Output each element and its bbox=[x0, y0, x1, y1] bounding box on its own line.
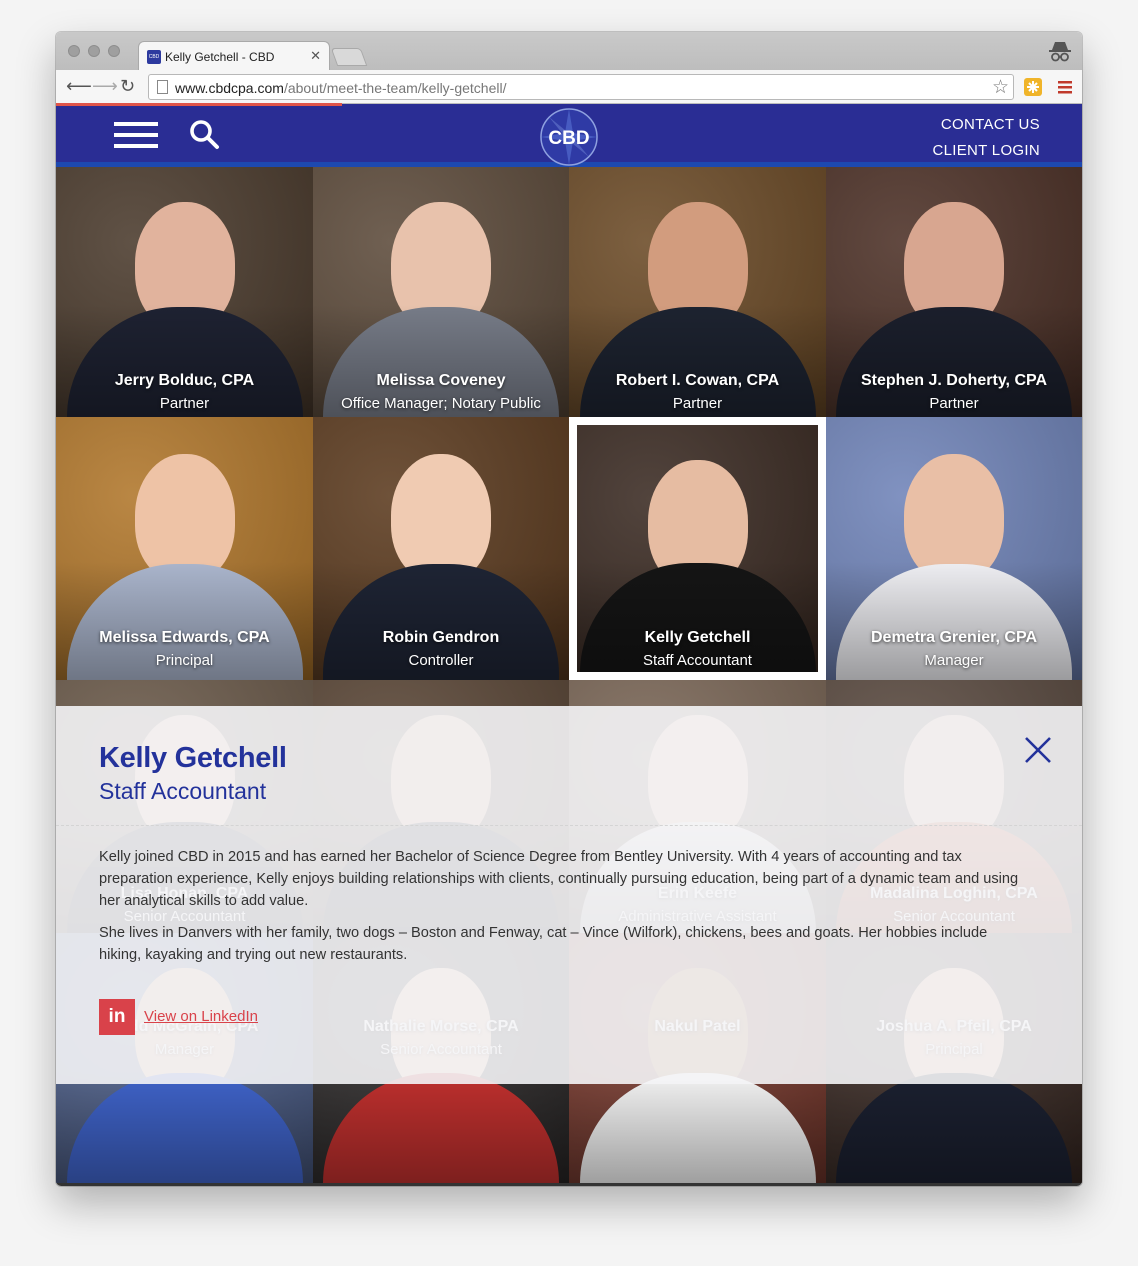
extension-icon[interactable] bbox=[1024, 78, 1042, 96]
client-login-link[interactable]: CLIENT LOGIN bbox=[932, 138, 1040, 164]
team-member-detail-panel: Kelly Getchell Staff Accountant Kelly jo… bbox=[56, 706, 1082, 1084]
team-member-role: Partner bbox=[929, 395, 979, 412]
page-icon bbox=[157, 80, 168, 94]
browser-tab[interactable]: CBD Kelly Getchell - CBD ✕ bbox=[138, 41, 330, 71]
contact-us-link[interactable]: CONTACT US bbox=[932, 112, 1040, 138]
minimize-window-button[interactable] bbox=[88, 45, 100, 57]
team-member-role: Staff Accountant bbox=[643, 652, 752, 669]
linkedin-link[interactable]: View on LinkedIn bbox=[144, 1008, 258, 1025]
team-member-card[interactable]: Robert I. Cowan, CPA Partner bbox=[569, 167, 826, 417]
team-member-name: Robert I. Cowan, CPA bbox=[615, 372, 780, 389]
close-icon[interactable] bbox=[1024, 736, 1052, 764]
hamburger-menu-icon[interactable] bbox=[114, 122, 158, 148]
divider bbox=[56, 825, 1082, 826]
close-window-button[interactable] bbox=[68, 45, 80, 57]
team-member-role: Controller bbox=[408, 652, 474, 669]
browser-toolbar: ⟵ ⟶ ↻ www.cbdcpa.com/about/meet-the-team… bbox=[56, 70, 1082, 104]
reload-icon[interactable]: ↻ bbox=[120, 76, 135, 96]
logo-text: CBD bbox=[548, 128, 589, 149]
team-member-name: Demetra Grenier, CPA bbox=[871, 629, 1037, 646]
team-member-role: Manager bbox=[924, 652, 984, 669]
detail-name: Kelly Getchell bbox=[99, 742, 287, 774]
linkedin-icon[interactable]: in bbox=[99, 999, 135, 1035]
bio-paragraph: Kelly joined CBD in 2015 and has earned … bbox=[99, 849, 1019, 909]
tab-close-icon[interactable]: ✕ bbox=[310, 48, 321, 64]
incognito-icon bbox=[1049, 42, 1071, 62]
team-member-role: Partner bbox=[672, 395, 723, 412]
chrome-menu-icon[interactable] bbox=[1056, 78, 1074, 96]
detail-title: Staff Accountant bbox=[99, 778, 267, 804]
detail-bio: Kelly joined CBD in 2015 and has earned … bbox=[99, 846, 1029, 976]
team-member-role: Principal bbox=[155, 652, 214, 669]
team-member-card[interactable]: Melissa Edwards, CPA Principal bbox=[56, 417, 313, 680]
tab-title: Kelly Getchell - CBD bbox=[165, 50, 275, 64]
team-member-role: Office Manager; Notary Public bbox=[341, 395, 541, 412]
url-text[interactable]: www.cbdcpa.com/about/meet-the-team/kelly… bbox=[175, 80, 507, 96]
team-member-card[interactable]: Stephen J. Doherty, CPA Partner bbox=[825, 167, 1082, 417]
zoom-window-button[interactable] bbox=[108, 45, 120, 57]
browser-window: CBD Kelly Getchell - CBD ✕ ⟵ ⟶ ↻ www.cbd… bbox=[56, 32, 1082, 1186]
header-links: CONTACT US CLIENT LOGIN bbox=[932, 112, 1040, 164]
team-member-name: Robin Gendron bbox=[382, 629, 500, 646]
search-icon[interactable] bbox=[188, 118, 220, 150]
bio-paragraph: She lives in Danvers with her family, tw… bbox=[99, 925, 988, 963]
team-member-name: Kelly Getchell bbox=[644, 629, 751, 646]
team-member-card[interactable]: Melissa Coveney Office Manager; Notary Pu… bbox=[312, 167, 570, 417]
forward-arrow-icon[interactable]: ⟶ bbox=[92, 76, 118, 96]
page-load-progress bbox=[56, 103, 342, 106]
team-member-card[interactable]: Demetra Grenier, CPA Manager bbox=[825, 417, 1082, 680]
address-bar[interactable]: www.cbdcpa.com/about/meet-the-team/kelly… bbox=[148, 74, 1014, 100]
favicon-icon: CBD bbox=[147, 50, 161, 64]
tab-strip: CBD Kelly Getchell - CBD ✕ bbox=[56, 32, 1082, 71]
back-arrow-icon[interactable]: ⟵ bbox=[66, 76, 92, 96]
team-member-name: Jerry Bolduc, CPA bbox=[114, 372, 255, 389]
team-member-card[interactable]: Jerry Bolduc, CPA Partner bbox=[56, 167, 313, 417]
bookmark-star-icon[interactable]: ☆ bbox=[992, 76, 1009, 99]
team-member-card[interactable]: Kelly Getchell Staff Accountant bbox=[569, 417, 826, 680]
cbd-logo[interactable]: CBD bbox=[538, 106, 600, 168]
team-member-name: Stephen J. Doherty, CPA bbox=[860, 372, 1048, 389]
team-member-card[interactable]: Robin Gendron Controller bbox=[312, 417, 570, 680]
new-tab-button[interactable] bbox=[330, 48, 368, 66]
team-member-role: Partner bbox=[159, 395, 210, 412]
site-header: CBD CONTACT US CLIENT LOGIN bbox=[56, 104, 1082, 167]
team-member-name: Melissa Edwards, CPA bbox=[99, 629, 270, 646]
page-viewport: CBD CONTACT US CLIENT LOGIN Jerry Bolduc… bbox=[56, 104, 1082, 1186]
team-member-name: Melissa Coveney bbox=[376, 372, 506, 389]
